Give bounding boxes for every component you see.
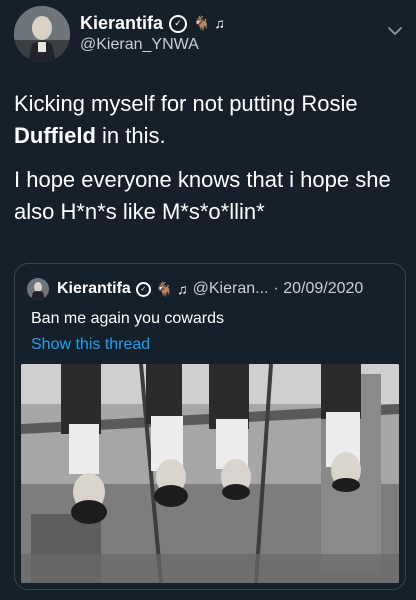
tweet-text-segment-end: in this. [95, 123, 166, 148]
avatar[interactable] [14, 6, 70, 62]
tweet-text-segment: Kicking myself for not putting Rosie [14, 91, 358, 116]
tweet-card: Kierantifa ✓ 🐐 ♫ @Kieran_YNWA Kicking my… [0, 0, 416, 600]
quote-display-name: Kierantifa [57, 280, 131, 297]
quote-text: Ban me again you cowards [31, 310, 224, 327]
quote-verified-icon: ✓ [135, 281, 151, 297]
quote-avatar [27, 278, 49, 300]
tweet-paragraph-1: Kicking myself for not putting Rosie Duf… [14, 88, 406, 152]
quote-handle: @Kieran... [192, 280, 269, 297]
verified-icon: ✓ [169, 14, 188, 33]
tweet-paragraph-2: I hope everyone knows that i hope she al… [14, 167, 391, 224]
chevron-down-icon[interactable] [386, 22, 404, 40]
quote-date: · 20/09/2020 [273, 280, 364, 297]
show-thread-link[interactable]: Show this thread [31, 336, 150, 354]
quote-avatar-photo [27, 278, 49, 300]
quote-image[interactable] [21, 364, 399, 583]
author-handle[interactable]: @Kieran_YNWA [80, 36, 199, 54]
author-name-row: Kierantifa ✓ 🐐 ♫ [80, 13, 225, 34]
quote-photo [21, 364, 399, 583]
display-name[interactable]: Kierantifa [80, 13, 163, 34]
name-emoji: 🐐 ♫ [193, 15, 225, 31]
avatar-photo [14, 6, 70, 62]
tweet-text-bold: Duffield [14, 123, 96, 148]
tweet-text: Kicking myself for not putting Rosie Duf… [14, 88, 406, 228]
quoted-tweet[interactable]: Kierantifa ✓ 🐐 ♫ @Kieran... · 20/09/2020… [14, 263, 406, 590]
quote-name-emoji: 🐐 ♫ [155, 280, 188, 297]
quote-header: Kierantifa ✓ 🐐 ♫ @Kieran... · 20/09/2020 [57, 280, 363, 298]
